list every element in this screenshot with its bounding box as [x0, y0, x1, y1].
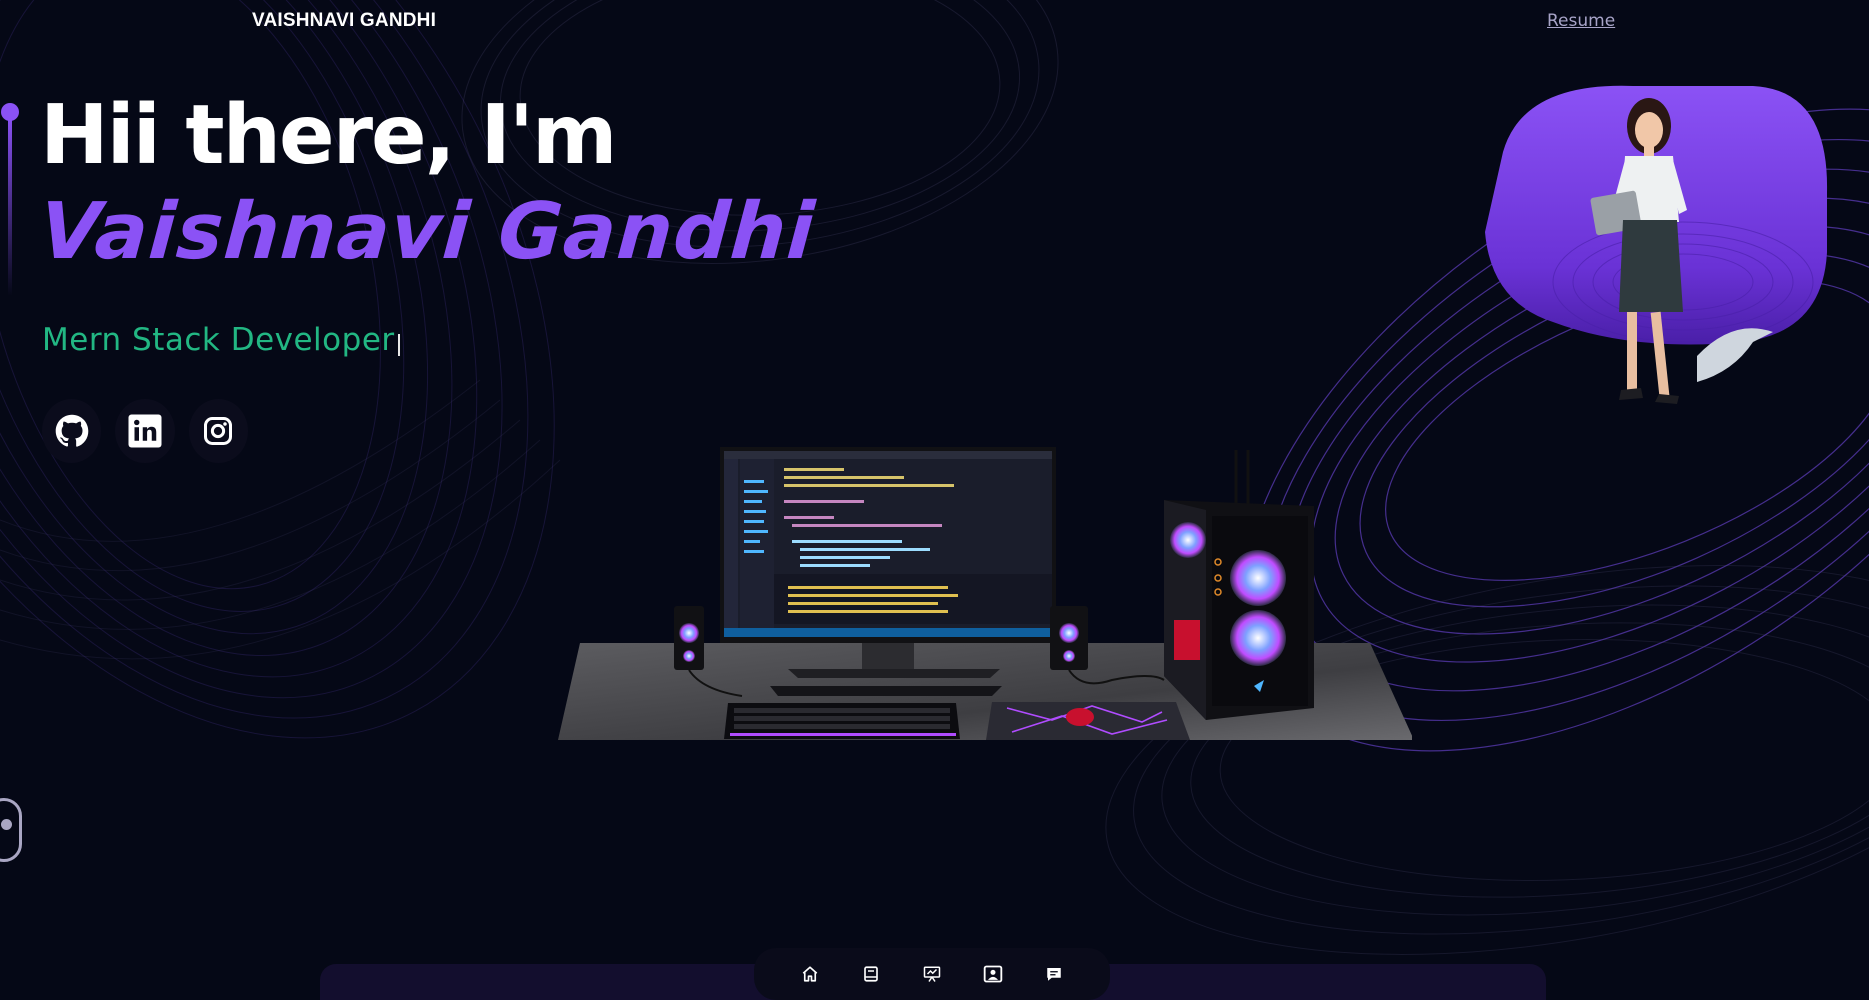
nav-about-button[interactable] [853, 956, 889, 992]
nav-home-button[interactable] [792, 956, 828, 992]
typing-caret [397, 334, 400, 356]
hero-greeting: Hii there, I'm [40, 88, 617, 183]
nav-contact-button[interactable] [1036, 956, 1072, 992]
linkedin-icon [128, 414, 162, 448]
scroll-down-indicator[interactable] [0, 798, 22, 862]
github-icon [55, 414, 88, 447]
contact-card-icon [983, 965, 1003, 983]
chat-icon [1046, 968, 1061, 981]
role-typewriter: Mern Stack Developer [42, 322, 400, 358]
hero-name: Vaishnavi Gandhi [36, 187, 818, 277]
instagram-link[interactable] [188, 399, 248, 463]
role-text: Mern Stack Developer [42, 322, 395, 358]
nav-projects-button[interactable] [914, 956, 950, 992]
book-icon [864, 966, 879, 982]
instagram-icon [204, 417, 233, 445]
github-link[interactable] [42, 399, 102, 463]
resume-link[interactable]: Resume [1547, 11, 1615, 31]
social-links [42, 394, 262, 468]
home-icon [803, 966, 818, 982]
developer-avatar-illustration [1485, 85, 1828, 404]
portfolio-page: VAISHNAVI GANDHI Resume Hii there, I'm V… [0, 0, 1869, 1000]
presentation-icon [923, 966, 941, 982]
nav-profile-button[interactable] [975, 956, 1011, 992]
timeline-accent [1, 103, 19, 296]
scroll-dot [1, 819, 12, 830]
desk-setup-illustration [558, 447, 1412, 740]
linkedin-link[interactable] [115, 399, 175, 463]
brand-logo-text[interactable]: VAISHNAVI GANDHI [252, 10, 436, 32]
bottom-nav-dock [754, 948, 1110, 1000]
